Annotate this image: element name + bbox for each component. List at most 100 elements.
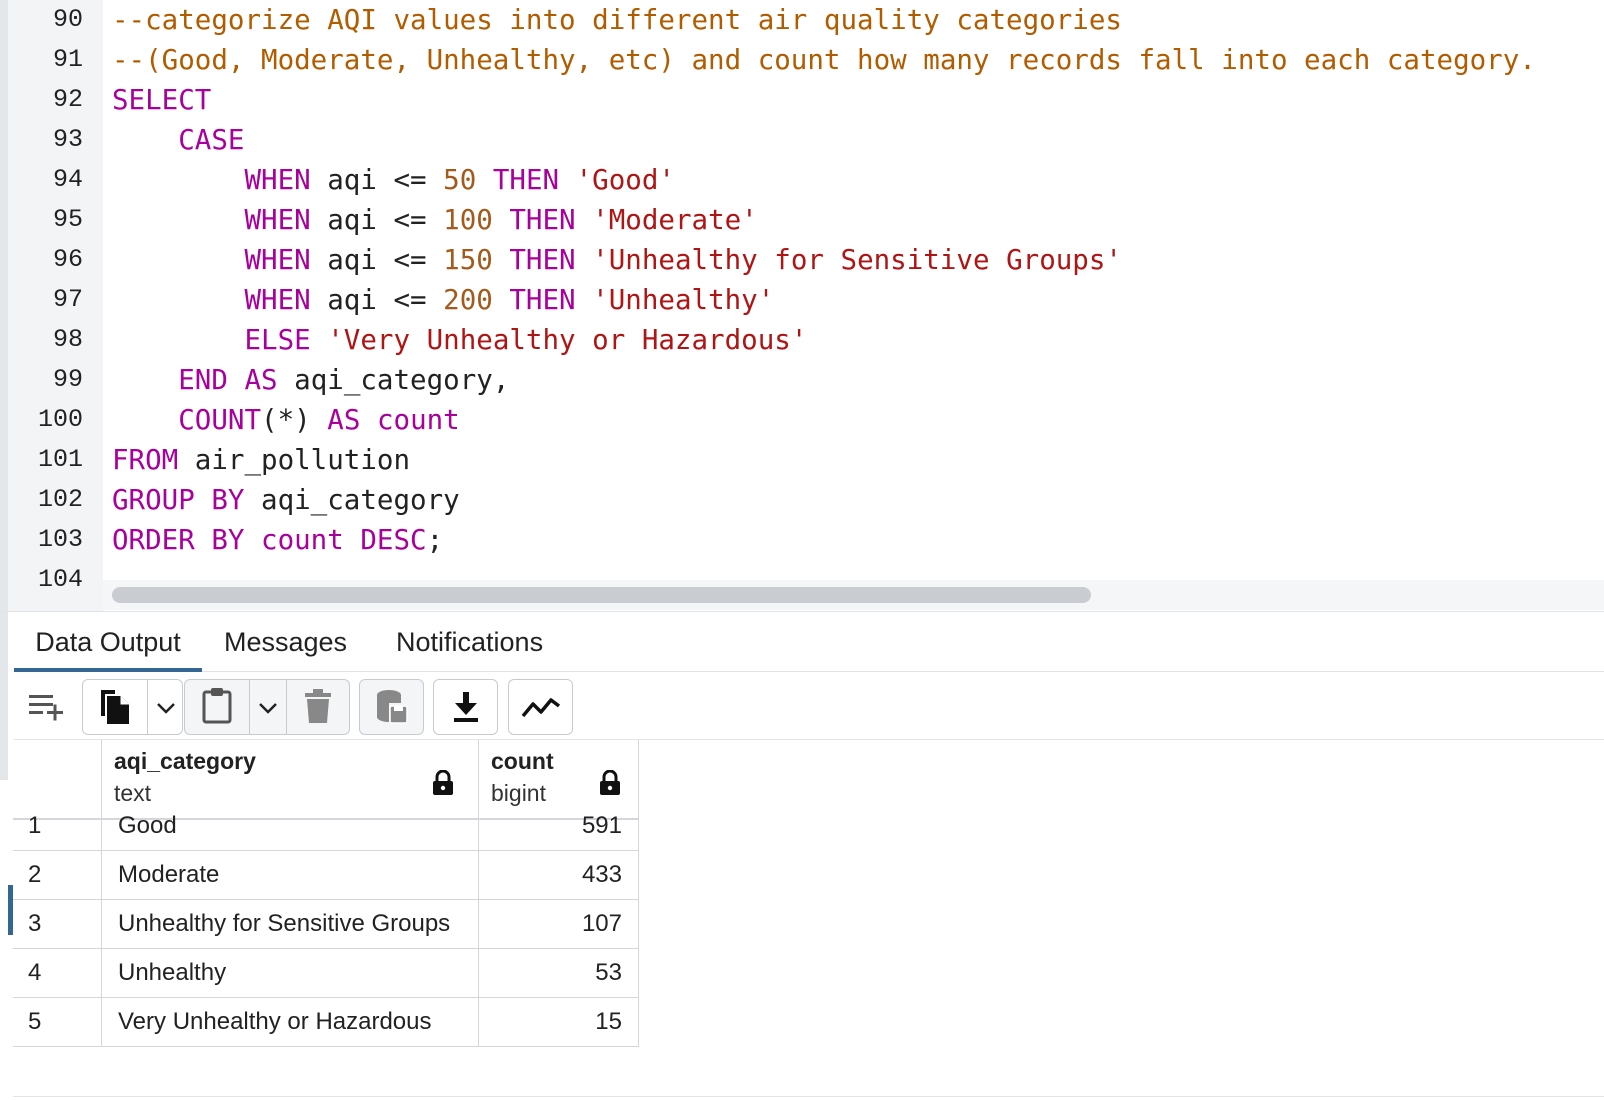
code-text[interactable]: WHEN aqi <= 150 THEN 'Unhealthy for Sens… xyxy=(112,240,1122,280)
code-line[interactable]: 91 --(Good, Moderate, Unhealthy, etc) and… xyxy=(0,40,1604,80)
code-line[interactable]: 102 GROUP BY aqi_category xyxy=(0,480,1604,520)
code-token-str: 'Good' xyxy=(575,164,675,196)
line-number: 98 xyxy=(52,325,83,354)
code-text[interactable]: COUNT(*) AS count xyxy=(112,400,460,440)
copy-icon xyxy=(101,690,129,724)
paste-options-dropdown[interactable] xyxy=(250,680,286,734)
query-editor[interactable]: 90 --categorize AQI values into different… xyxy=(0,0,1604,612)
code-text[interactable]: FROM air_pollution xyxy=(112,440,410,480)
code-line[interactable]: 100 COUNT(*) AS count xyxy=(0,400,1604,440)
line-number: 104 xyxy=(37,565,83,594)
add-row-button[interactable] xyxy=(16,679,80,735)
cell-count[interactable]: 53 xyxy=(479,948,639,998)
code-token-kw: WHEN xyxy=(244,244,311,276)
code-token-num: 50 xyxy=(443,164,477,196)
code-line[interactable]: 103 ORDER BY count DESC; xyxy=(0,520,1604,560)
lock-icon xyxy=(600,770,620,795)
copy-options-dropdown[interactable] xyxy=(148,680,183,734)
code-token-punc: ; xyxy=(426,524,444,556)
code-token-kw: CASE xyxy=(178,124,245,156)
cell-count[interactable]: 591 xyxy=(479,801,639,851)
code-line[interactable]: 93 CASE xyxy=(0,120,1604,160)
graph-visualiser-button[interactable] xyxy=(508,679,573,735)
tab-notifications[interactable]: Notifications xyxy=(396,612,543,672)
tab-messages[interactable]: Messages xyxy=(224,612,347,672)
code-token-punc xyxy=(244,524,261,556)
table-row[interactable]: 3 Unhealthy for Sensitive Groups 107 xyxy=(13,899,639,949)
code-token-punc xyxy=(559,164,576,196)
save-data-icon xyxy=(377,690,408,724)
copy-button-group xyxy=(82,679,183,735)
code-text[interactable]: --categorize AQI values into different a… xyxy=(112,0,1122,40)
code-token-kw: WHEN xyxy=(244,164,311,196)
code-token-str: 'Unhealthy' xyxy=(592,284,775,316)
row-number: 3 xyxy=(13,899,102,949)
cell-aqi-category[interactable]: Very Unhealthy or Hazardous xyxy=(102,997,479,1047)
graph-icon xyxy=(521,698,561,718)
code-token-punc xyxy=(228,364,245,396)
delete-icon xyxy=(305,689,331,723)
code-line[interactable]: 96 WHEN aqi <= 150 THEN 'Unhealthy for S… xyxy=(0,240,1604,280)
line-number: 92 xyxy=(52,85,83,114)
code-token-kw: WHEN xyxy=(244,284,311,316)
download-button[interactable] xyxy=(433,679,498,735)
line-number: 95 xyxy=(52,205,83,234)
table-row[interactable]: 4 Unhealthy 53 xyxy=(13,948,639,998)
code-token-comment: --(Good, Moderate, Unhealthy, etc) and c… xyxy=(112,44,1536,76)
code-token-punc xyxy=(112,324,244,356)
code-token-kw: THEN xyxy=(509,244,576,276)
code-line[interactable]: 94 WHEN aqi <= 50 THEN 'Good' xyxy=(0,160,1604,200)
code-line[interactable]: 99 END AS aqi_category, xyxy=(0,360,1604,400)
cell-count[interactable]: 15 xyxy=(479,997,639,1047)
code-token-punc xyxy=(493,204,510,236)
code-token-punc xyxy=(112,164,244,196)
cell-aqi-category[interactable]: Good xyxy=(102,801,479,851)
cell-count[interactable]: 433 xyxy=(479,850,639,900)
code-token-kw: THEN xyxy=(509,204,576,236)
code-text[interactable]: CASE xyxy=(112,120,244,160)
code-token-kw: WHEN xyxy=(244,204,311,236)
code-line[interactable]: 98 ELSE 'Very Unhealthy or Hazardous' xyxy=(0,320,1604,360)
code-text[interactable]: ORDER BY count DESC; xyxy=(112,520,443,560)
code-token-kw: count xyxy=(261,524,344,556)
cell-aqi-category[interactable]: Unhealthy xyxy=(102,948,479,998)
code-token-num: 150 xyxy=(443,244,493,276)
code-text[interactable]: WHEN aqi <= 50 THEN 'Good' xyxy=(112,160,675,200)
code-line[interactable]: 101 FROM air_pollution xyxy=(0,440,1604,480)
code-text[interactable]: GROUP BY aqi_category xyxy=(112,480,460,520)
code-token-kw: END xyxy=(178,364,228,396)
table-row[interactable]: 1 Good 591 xyxy=(13,801,639,851)
tab-data-output[interactable]: Data Output xyxy=(14,612,202,672)
column-name: aqi_category xyxy=(114,748,256,774)
selected-row-marker xyxy=(8,885,13,935)
horizontal-scrollbar-thumb[interactable] xyxy=(112,587,1091,603)
code-token-str: 'Unhealthy for Sensitive Groups' xyxy=(592,244,1122,276)
code-token-punc: aqi <= xyxy=(310,284,444,316)
code-text[interactable]: ELSE 'Very Unhealthy or Hazardous' xyxy=(112,320,807,360)
code-text[interactable]: SELECT xyxy=(112,80,211,120)
code-token-punc xyxy=(493,284,510,316)
code-token-kw: AS xyxy=(244,364,278,396)
delete-button[interactable] xyxy=(287,680,350,734)
copy-button[interactable] xyxy=(83,680,147,734)
column-name: count xyxy=(491,748,554,774)
code-line[interactable]: 97 WHEN aqi <= 200 THEN 'Unhealthy' xyxy=(0,280,1604,320)
table-row[interactable]: 2 Moderate 433 xyxy=(13,850,639,900)
code-token-kw: ELSE xyxy=(244,324,311,356)
chevron-down-icon xyxy=(157,703,175,714)
code-line[interactable]: 92 SELECT xyxy=(0,80,1604,120)
cell-count[interactable]: 107 xyxy=(479,899,639,949)
cell-aqi-category[interactable]: Unhealthy for Sensitive Groups xyxy=(102,899,479,949)
code-text[interactable]: WHEN aqi <= 100 THEN 'Moderate' xyxy=(112,200,757,240)
table-row[interactable]: 5 Very Unhealthy or Hazardous 15 xyxy=(13,997,639,1047)
code-line[interactable]: 90 --categorize AQI values into different… xyxy=(0,0,1604,40)
line-number: 90 xyxy=(52,5,83,34)
code-text[interactable]: WHEN aqi <= 200 THEN 'Unhealthy' xyxy=(112,280,774,320)
code-line[interactable]: 95 WHEN aqi <= 100 THEN 'Moderate' xyxy=(0,200,1604,240)
cell-aqi-category[interactable]: Moderate xyxy=(102,850,479,900)
code-text[interactable]: END AS aqi_category, xyxy=(112,360,509,400)
code-text[interactable]: --(Good, Moderate, Unhealthy, etc) and c… xyxy=(112,40,1536,80)
save-data-button[interactable] xyxy=(359,679,424,735)
paste-button[interactable] xyxy=(185,680,249,734)
paste-button-group xyxy=(184,679,350,735)
